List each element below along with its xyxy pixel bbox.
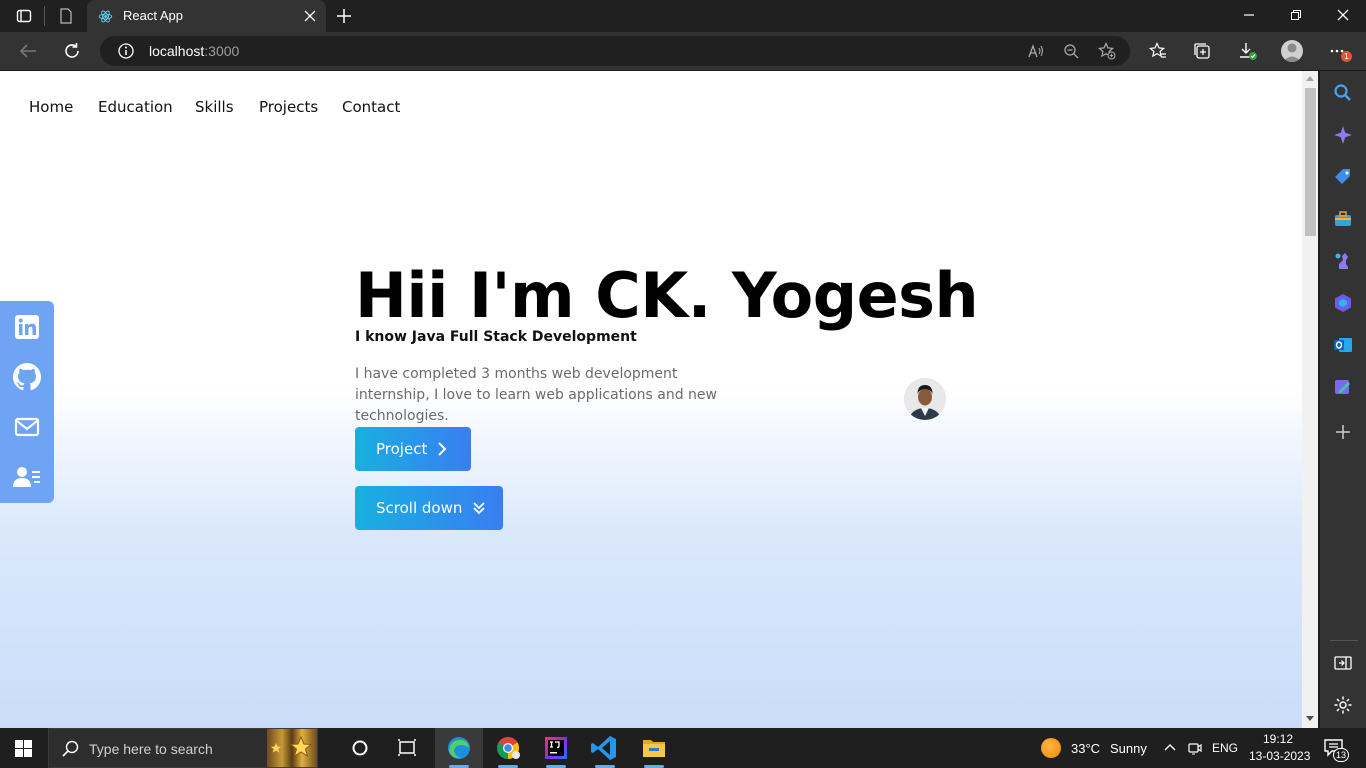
add-sidebar-app-icon[interactable]	[1333, 422, 1353, 442]
hide-sidebar-icon[interactable]	[1333, 653, 1353, 673]
close-tab-icon[interactable]	[304, 10, 316, 22]
address-bar[interactable]: localhost:3000	[100, 36, 1130, 66]
search-icon[interactable]	[1333, 83, 1353, 103]
nav-projects[interactable]: Projects	[259, 98, 318, 116]
show-hidden-icons-icon[interactable]	[1164, 742, 1176, 752]
mail-icon[interactable]	[13, 413, 41, 441]
windows-start-icon[interactable]	[15, 740, 32, 757]
tab-title: React App	[123, 8, 183, 23]
hero-subtitle: I know Java Full Stack Development	[355, 329, 637, 345]
shopping-tag-icon[interactable]	[1333, 167, 1353, 187]
collections-icon[interactable]	[1193, 42, 1211, 60]
tools-briefcase-icon[interactable]	[1333, 209, 1353, 229]
microsoft-365-icon[interactable]	[1333, 293, 1353, 313]
project-button[interactable]: Project	[355, 427, 471, 471]
search-placeholder: Type here to search	[89, 741, 213, 757]
copilot-sparkle-icon[interactable]	[1333, 125, 1353, 145]
taskbar-vscode[interactable]	[582, 728, 628, 768]
meet-now-icon[interactable]	[1188, 740, 1202, 756]
scroll-down-button-label: Scroll down	[376, 499, 463, 517]
windows-taskbar: Type here to search 33°C Sunny ENG 19:12	[0, 728, 1366, 768]
favorites-icon[interactable]	[1149, 42, 1167, 60]
taskbar-search-box[interactable]: Type here to search	[48, 728, 318, 768]
page-scrollbar[interactable]	[1302, 71, 1318, 728]
taskbar-file-explorer[interactable]	[631, 728, 677, 768]
cortana-icon[interactable]	[337, 728, 383, 768]
social-sidebar	[0, 301, 54, 503]
weather-description[interactable]: Sunny	[1110, 741, 1147, 756]
url-text: localhost:3000	[149, 43, 240, 59]
input-language[interactable]: ENG	[1212, 741, 1238, 755]
nav-home[interactable]: Home	[29, 98, 73, 116]
downloads-icon[interactable]	[1238, 41, 1258, 61]
browser-toolbar: localhost:3000 1	[0, 32, 1366, 71]
profile-photo	[904, 378, 946, 420]
outlook-icon[interactable]	[1333, 335, 1353, 355]
tab-divider	[44, 6, 45, 26]
read-aloud-icon[interactable]	[1028, 43, 1044, 59]
site-info-icon[interactable]	[118, 43, 134, 59]
scroll-up-arrow-icon[interactable]	[1306, 75, 1314, 81]
weather-sun-icon[interactable]	[1041, 738, 1061, 758]
clock-date[interactable]: 13-03-2023	[1249, 749, 1310, 763]
page-viewport: Home Education Skills Projects Contact H…	[0, 71, 1302, 728]
hero-title: Hii I'm CK. Yogesh	[355, 259, 979, 332]
more-options-icon[interactable]: 1	[1330, 42, 1352, 62]
page-icon[interactable]	[59, 8, 73, 24]
profile-avatar[interactable]	[1281, 40, 1303, 62]
taskbar-chrome[interactable]	[485, 728, 531, 768]
notifications-icon[interactable]: 13	[1324, 739, 1349, 762]
minimize-icon[interactable]	[1243, 9, 1255, 21]
linkedin-icon[interactable]	[13, 313, 41, 341]
project-button-label: Project	[376, 440, 428, 458]
task-view-icon[interactable]	[384, 728, 430, 768]
edge-sidebar	[1319, 71, 1366, 728]
notification-count-badge: 13	[1333, 748, 1349, 762]
new-tab-icon[interactable]	[336, 8, 352, 24]
weather-temperature[interactable]: 33°C	[1071, 741, 1100, 756]
sidebar-divider	[1330, 640, 1358, 641]
active-tab[interactable]: React App	[87, 0, 326, 32]
search-highlight-image[interactable]	[267, 729, 317, 767]
tab-actions-icon[interactable]	[16, 8, 32, 24]
double-chevron-down-icon	[472, 501, 486, 515]
nav-skills[interactable]: Skills	[195, 98, 234, 116]
tab-bar: React App	[0, 0, 1366, 32]
nav-education[interactable]: Education	[98, 98, 173, 116]
github-icon[interactable]	[13, 363, 41, 391]
add-favorite-icon[interactable]	[1098, 42, 1116, 60]
restore-icon[interactable]	[1290, 9, 1302, 21]
clock-time[interactable]: 19:12	[1263, 732, 1293, 746]
taskbar-edge[interactable]	[435, 728, 483, 768]
refresh-icon[interactable]	[63, 42, 81, 60]
notification-badge: 1	[1341, 51, 1352, 62]
contact-card-icon[interactable]	[13, 463, 41, 491]
taskbar-intellij[interactable]	[533, 728, 579, 768]
close-window-icon[interactable]	[1337, 9, 1349, 21]
chevron-right-icon	[437, 442, 447, 456]
back-icon[interactable]	[19, 43, 37, 59]
sidebar-settings-icon[interactable]	[1333, 695, 1353, 715]
nav-contact[interactable]: Contact	[342, 98, 400, 116]
scroll-down-button[interactable]: Scroll down	[355, 486, 503, 530]
search-icon	[62, 740, 79, 757]
games-icon[interactable]	[1333, 251, 1353, 271]
hero-description: I have completed 3 months web developmen…	[355, 366, 717, 424]
scroll-down-arrow-icon[interactable]	[1306, 716, 1314, 722]
designer-icon[interactable]	[1333, 377, 1353, 397]
scroll-thumb[interactable]	[1305, 88, 1316, 236]
zoom-icon[interactable]	[1063, 43, 1079, 59]
react-logo-icon	[98, 9, 113, 24]
